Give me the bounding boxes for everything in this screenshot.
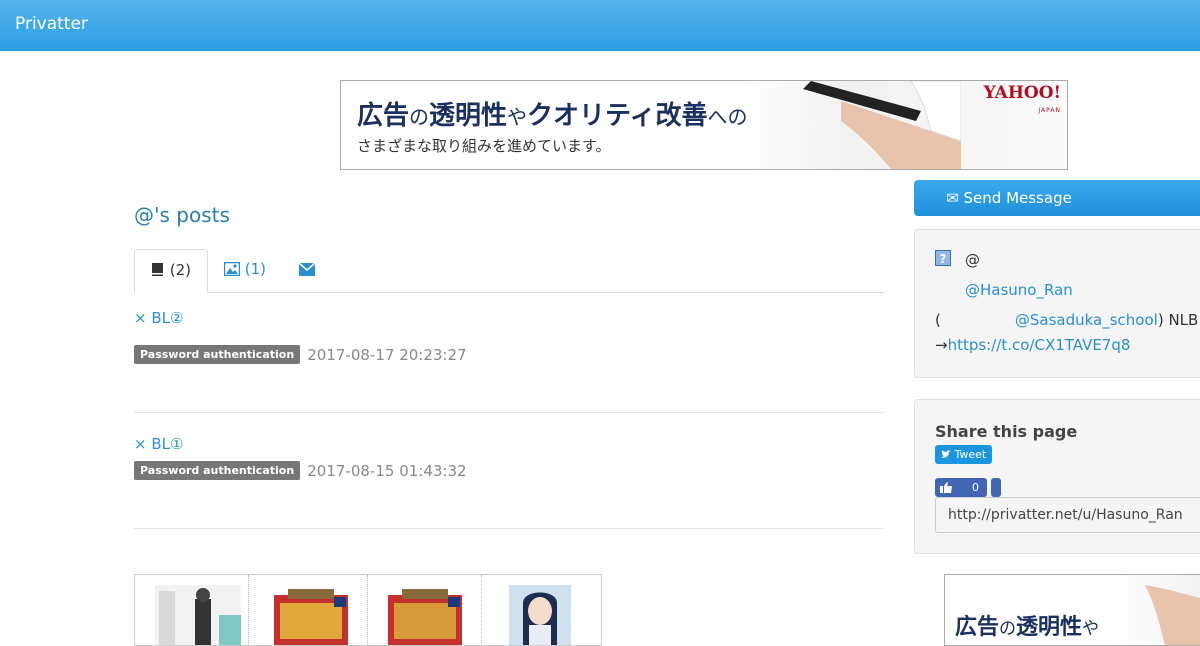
thumbs-up-icon (940, 482, 952, 493)
thumbnail-item[interactable] (482, 575, 596, 645)
post-divider (134, 528, 884, 529)
page-url-field[interactable]: http://privatter.net/u/Hasuno_Ran (935, 497, 1200, 533)
tweet-button[interactable]: Tweet (935, 445, 993, 464)
post-item: × BL② Password authentication 2017-08-17… (134, 309, 884, 364)
post-date: 2017-08-15 01:43:32 (307, 461, 467, 480)
page-title: @'s posts (134, 203, 230, 227)
post-title-link[interactable]: × BL② (134, 309, 884, 327)
profile-external-link[interactable]: https://t.co/CX1TAVE7q8 (948, 336, 1131, 354)
post-meta: Password authentication 2017-08-15 01:43… (134, 460, 467, 480)
share-title: Share this page (935, 422, 1078, 441)
tab-bar: (2) (1) (134, 249, 884, 293)
facebook-share-button[interactable] (991, 478, 1001, 497)
send-message-button[interactable]: ✉ Send Message (914, 180, 1200, 216)
profile-at: @ (965, 251, 980, 269)
user-avatar-icon: ? (935, 250, 951, 266)
facebook-like-button[interactable]: 0 (935, 478, 987, 497)
ad-hand-image (1145, 585, 1200, 645)
school-handle-link[interactable]: @Sasaduka_school (1015, 311, 1158, 329)
image-icon (223, 261, 241, 277)
profile-handle-link[interactable]: @Hasuno_Ran (965, 281, 1073, 299)
side-advertisement-banner[interactable]: 広告の透明性や (944, 574, 1200, 646)
like-count: 0 (972, 481, 979, 494)
thumbnail-item[interactable] (254, 575, 368, 645)
profile-link-line: →https://t.co/CX1TAVE7q8 (935, 336, 1131, 354)
ad-subline: さまざまな取り組みを進めています。 (357, 137, 611, 155)
profile-bio-line: (@Sasaduka_school) NLB (935, 311, 1199, 329)
book-icon (152, 263, 163, 276)
brand-logo-link[interactable]: Privatter (15, 14, 88, 34)
ad-headline: 広告の透明性や (955, 615, 1100, 640)
thumbnail-image (509, 585, 571, 645)
top-navbar: Privatter (0, 0, 1200, 51)
top-advertisement-banner[interactable]: 広告の透明性やクオリティ改善への さまざまな取り組みを進めています。 YAHOO… (340, 80, 1068, 170)
thumbnail-image (155, 585, 241, 645)
tab-images[interactable]: (1) (208, 249, 282, 291)
yahoo-japan-logo: YAHOO! JAPAN (983, 83, 1061, 115)
tab-posts[interactable]: (2) (134, 249, 209, 293)
twitter-bird-icon (941, 450, 951, 458)
tab-messages[interactable] (283, 249, 331, 291)
share-panel: Share this page Tweet 0 http://privatter… (914, 399, 1200, 554)
post-title-link[interactable]: × BL① (134, 435, 884, 453)
thumbnail-item[interactable] (368, 575, 482, 645)
post-date: 2017-08-17 20:23:27 (307, 345, 467, 364)
post-item: × BL① Password authentication 2017-08-15… (134, 435, 884, 480)
thumbnail-strip (134, 574, 602, 646)
profile-panel: ? @ @Hasuno_Ran (@Sasaduka_school) NLB →… (914, 229, 1200, 378)
thumbnail-image (274, 589, 348, 645)
post-meta: Password authentication 2017-08-17 20:23… (134, 344, 467, 364)
ad-headline: 広告の透明性やクオリティ改善への (357, 101, 748, 131)
password-badge: Password authentication (134, 461, 301, 480)
ad-tablet-hand-image (803, 81, 961, 169)
post-divider (134, 412, 884, 413)
thumbnail-image (388, 589, 462, 645)
envelope-icon (298, 262, 316, 276)
password-badge: Password authentication (134, 345, 301, 364)
thumbnail-item[interactable] (135, 575, 249, 645)
